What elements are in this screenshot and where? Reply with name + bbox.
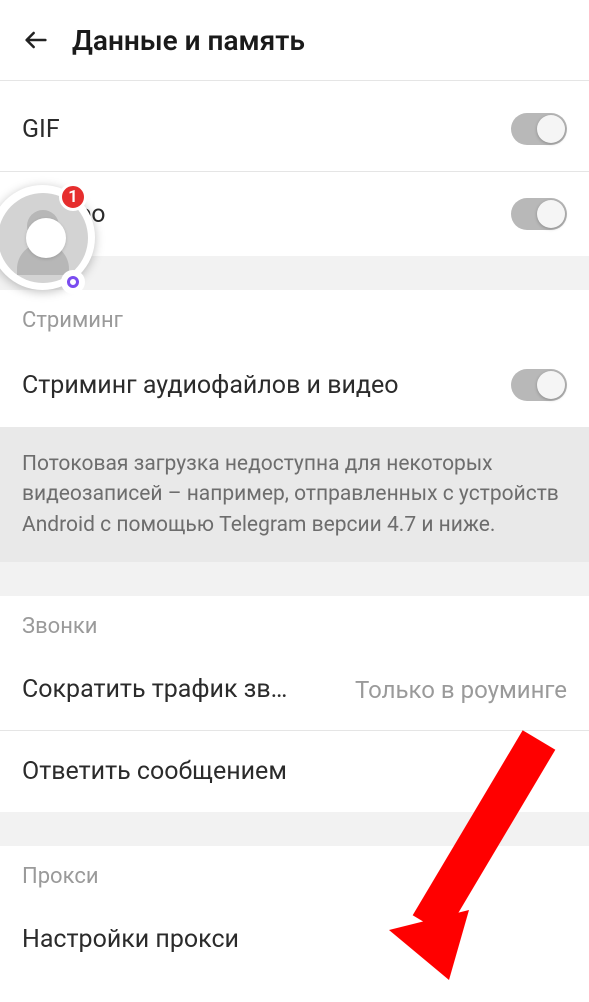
proxy-settings-label: Настройки прокси	[22, 925, 239, 954]
speech-bubble-icon	[26, 218, 66, 258]
notification-badge: 1	[59, 183, 87, 211]
streaming-toggle[interactable]	[511, 369, 567, 401]
chathead-bubble[interactable]: 1	[0, 185, 95, 290]
toggle-knob	[537, 115, 565, 143]
reduce-traffic-label: Сократить трафик зв…	[22, 675, 345, 704]
header: Данные и память	[0, 0, 589, 80]
streaming-section-header: Стриминг	[0, 290, 589, 343]
proxy-section-header: Прокси	[0, 846, 589, 899]
gif-toggle-row[interactable]: GIF	[0, 87, 589, 171]
arrow-left-icon	[22, 26, 50, 54]
toggle-knob	[537, 371, 565, 399]
page-title: Данные и память	[72, 24, 305, 57]
reply-message-label: Ответить сообщением	[22, 757, 287, 786]
streaming-toggle-row[interactable]: Стриминг аудиофайлов и видео	[0, 343, 589, 427]
reduce-traffic-row[interactable]: Сократить трафик зв… Только в роуминге	[0, 649, 589, 730]
calls-section-header: Звонки	[0, 596, 589, 649]
reduce-traffic-value: Только в роуминге	[355, 676, 567, 704]
video-toggle[interactable]	[511, 198, 567, 230]
reply-message-row[interactable]: Ответить сообщением	[0, 731, 589, 812]
status-badge	[61, 270, 85, 294]
section-gap	[0, 812, 589, 846]
section-gap	[0, 562, 589, 596]
gif-toggle[interactable]	[511, 113, 567, 145]
streaming-label: Стриминг аудиофайлов и видео	[22, 371, 399, 400]
toggle-knob	[537, 200, 565, 228]
gif-label: GIF	[22, 115, 60, 144]
streaming-info: Потоковая загрузка недоступна для некото…	[0, 427, 589, 562]
back-button[interactable]	[18, 22, 54, 58]
status-badge-ring	[67, 276, 79, 288]
proxy-settings-row[interactable]: Настройки прокси	[0, 899, 589, 980]
